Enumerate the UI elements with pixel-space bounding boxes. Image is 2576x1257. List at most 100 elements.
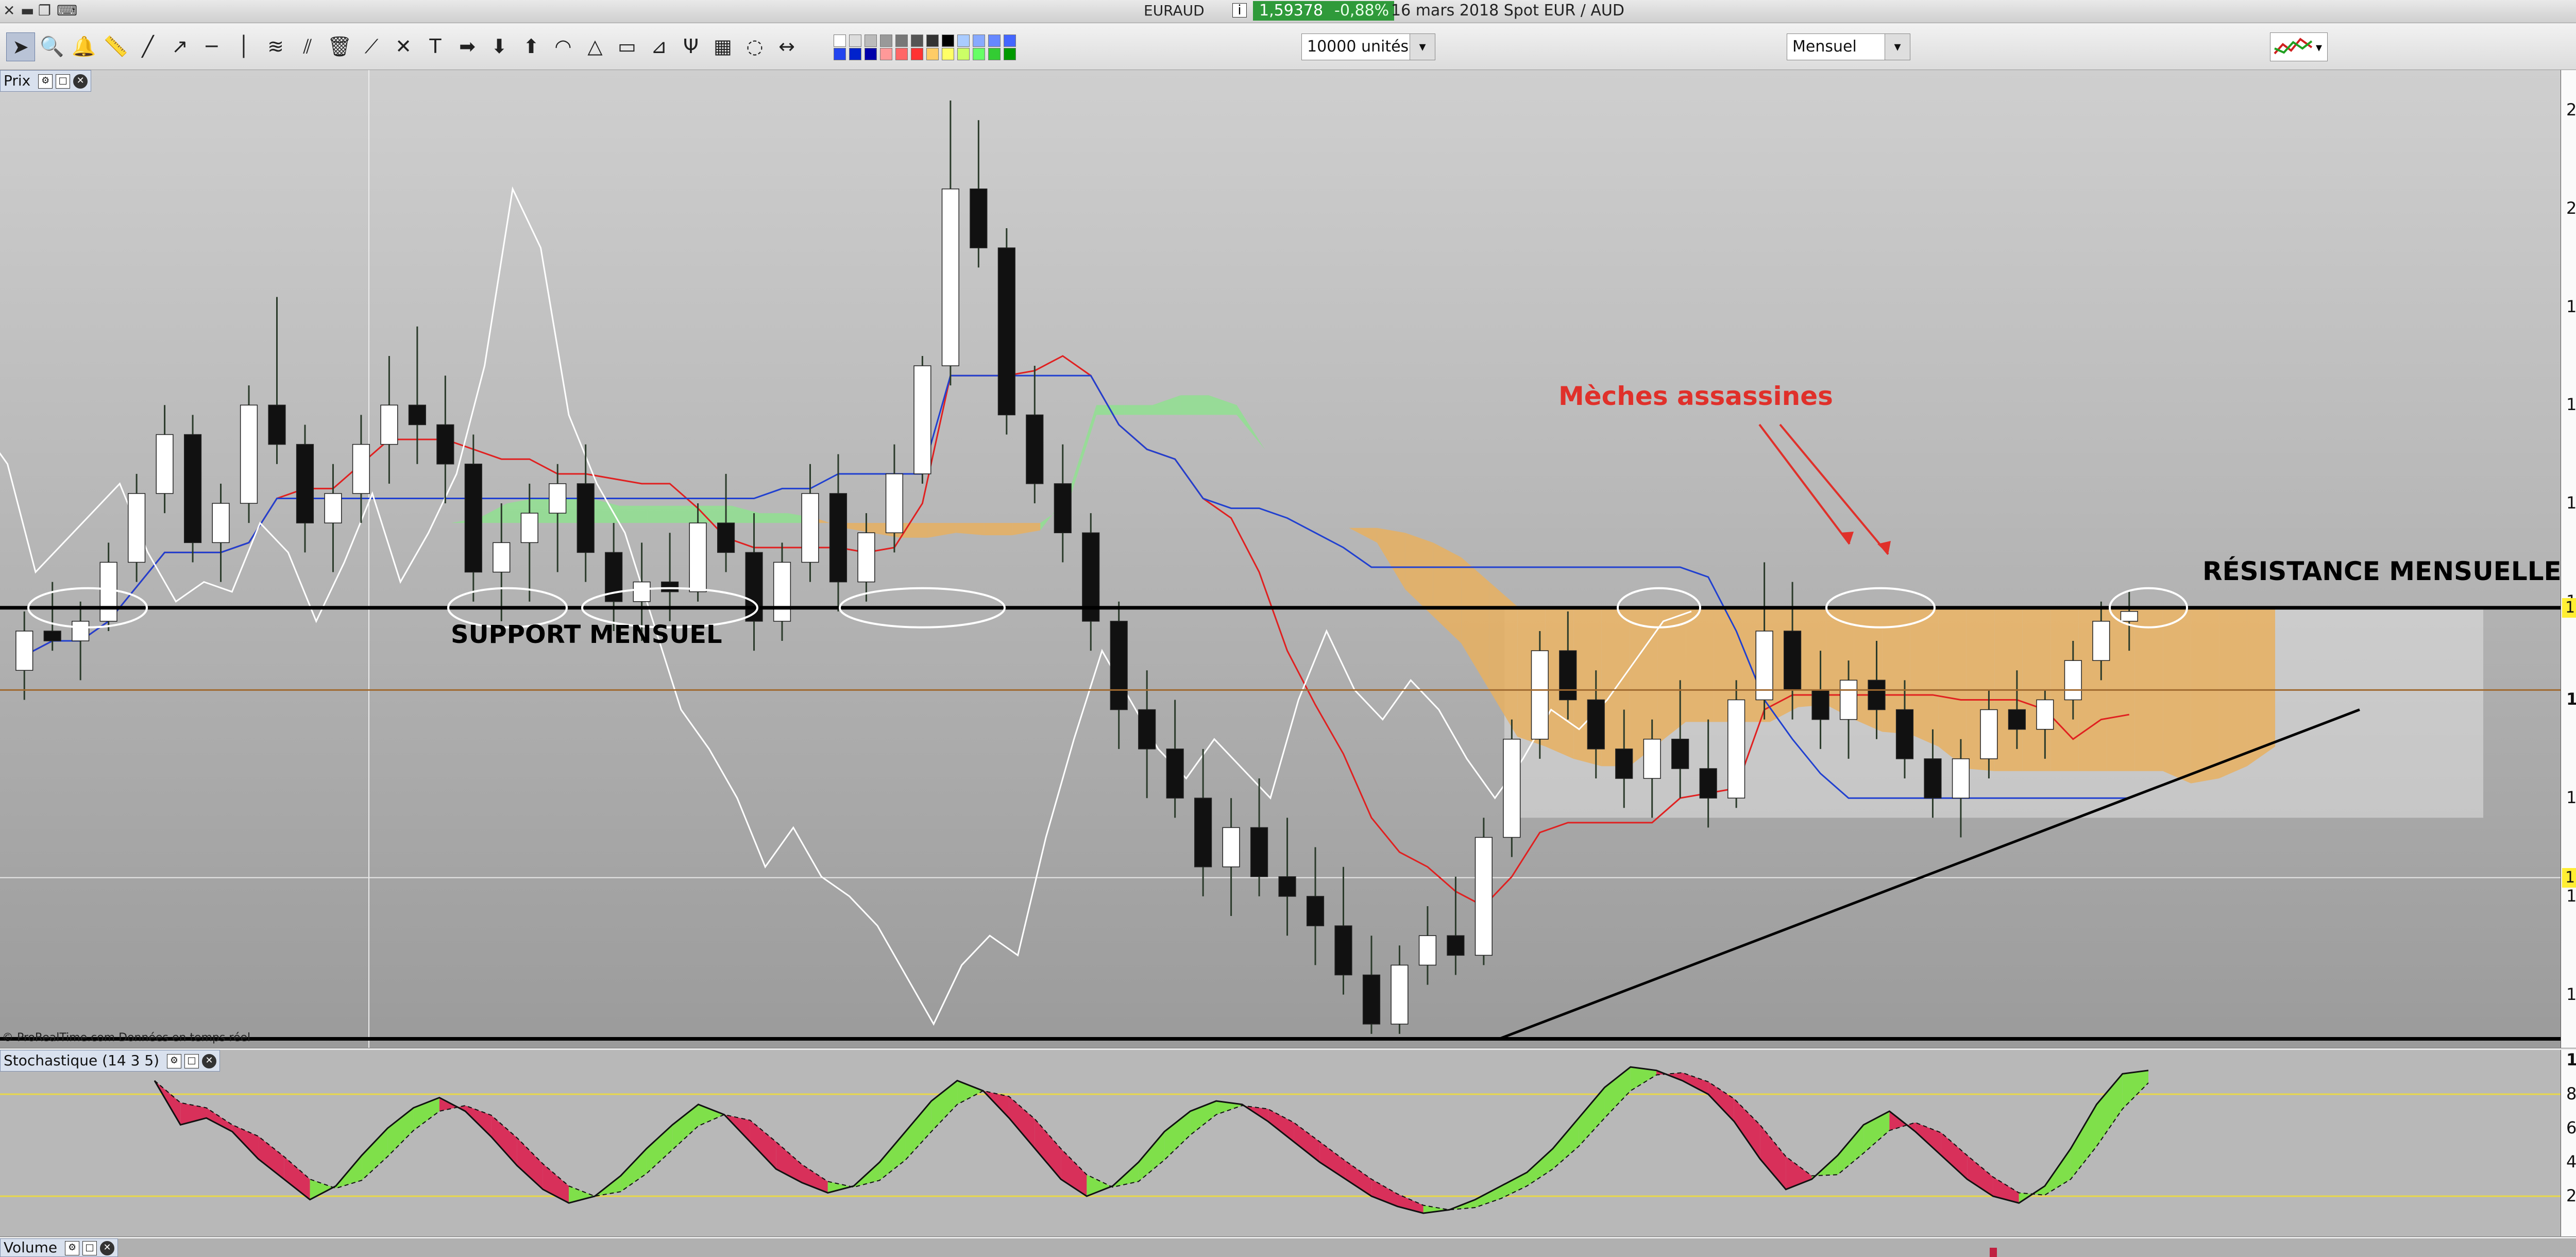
color-swatch[interactable] — [957, 48, 970, 60]
fibonacci-icon[interactable]: ≋ — [262, 32, 290, 60]
candle-body — [1362, 974, 1381, 1025]
arrow-up-icon[interactable]: ⬆ — [517, 32, 545, 60]
curve-icon[interactable]: ◠ — [549, 32, 577, 60]
color-swatch[interactable] — [880, 35, 892, 47]
restore-window-icon[interactable]: ❐ — [38, 2, 51, 20]
color-swatch[interactable] — [973, 35, 985, 47]
close-icon[interactable]: ✕ — [73, 74, 88, 89]
pitchfork-icon[interactable]: Ψ — [677, 32, 705, 60]
candle-body — [1699, 768, 1717, 799]
chart-settings-button[interactable]: ▾ — [2270, 32, 2328, 61]
color-swatch[interactable] — [988, 48, 1001, 60]
color-swatch[interactable] — [942, 48, 954, 60]
price-axis[interactable]: 2,121,91,81,71,61,51,41,31,21,59371,319 — [2561, 70, 2576, 1048]
window-symbol[interactable]: EURAUD — [1144, 2, 1205, 20]
measure-icon[interactable]: ↔ — [773, 32, 801, 60]
trend-icon[interactable]: ⟋ — [358, 32, 385, 60]
color-swatch[interactable] — [834, 48, 846, 60]
stoch-fill-segment — [1579, 1087, 1605, 1147]
grid-icon[interactable]: ▦ — [709, 32, 737, 60]
price-chart[interactable]: SUPPORT MENSUEL RÉSISTANCE MENSUELLE Mèche… — [0, 70, 2561, 1048]
color-swatch[interactable] — [849, 35, 861, 47]
color-swatch[interactable] — [880, 48, 892, 60]
stoch-fill-segment — [620, 1148, 647, 1192]
zoom-icon[interactable]: 🔍 — [38, 32, 66, 60]
color-swatch[interactable] — [1004, 48, 1016, 60]
candle-body — [2008, 709, 2026, 730]
color-swatch[interactable] — [895, 48, 908, 60]
stochastic-panel-tab[interactable]: Stochastique (14 3 5) ⚙ □ ✕ — [0, 1050, 220, 1072]
price-chart-panel[interactable]: SUPPORT MENSUEL RÉSISTANCE MENSUELLE Mèche… — [0, 70, 2561, 1048]
ruler-icon[interactable]: 📏 — [102, 32, 130, 60]
cycle-icon[interactable]: ◌ — [741, 32, 769, 60]
minimize-window-icon[interactable]: ▬ — [21, 2, 34, 20]
color-swatch[interactable] — [973, 48, 985, 60]
chevron-down-icon[interactable]: ▾ — [1885, 34, 1910, 60]
color-swatch[interactable] — [911, 35, 923, 47]
volume-panel-tab[interactable]: Volume ⚙ □ ✕ — [0, 1238, 118, 1257]
stoch-axis-tick: 20 — [2566, 1186, 2576, 1205]
line-icon[interactable]: ╱ — [134, 32, 162, 60]
stoch-fill-segment — [931, 1080, 958, 1132]
gann-icon[interactable]: ⊿ — [645, 32, 673, 60]
info-icon[interactable]: i — [1232, 3, 1247, 18]
color-swatch[interactable] — [1004, 35, 1016, 47]
color-swatch[interactable] — [942, 35, 954, 47]
candle-body — [43, 631, 61, 641]
color-swatch[interactable] — [865, 48, 877, 60]
color-swatch[interactable] — [988, 35, 1001, 47]
horizontal-line-icon[interactable]: ─ — [198, 32, 226, 60]
stochastic-axis[interactable]: 100 80 60 40 20 — [2561, 1050, 2576, 1236]
cross-icon[interactable]: ✕ — [389, 32, 417, 60]
stoch-fill-segment — [1035, 1119, 1061, 1179]
channel-icon[interactable]: ⫽ — [294, 32, 321, 60]
candle-body — [2064, 660, 2082, 701]
kumo-cloud-segment — [928, 523, 956, 538]
period-select[interactable]: Mensuel ▾ — [1787, 33, 1910, 60]
color-swatch[interactable] — [849, 48, 861, 60]
candle-body — [183, 434, 202, 543]
volume-bar — [1990, 1248, 1997, 1257]
quantity-select[interactable]: 10000 unités ▾ — [1301, 33, 1435, 60]
wrench-icon[interactable]: ⚙ — [65, 1241, 80, 1255]
maximize-icon[interactable]: □ — [82, 1241, 97, 1255]
current-price-badge: 1,5937 — [2562, 598, 2576, 618]
kumo-cloud-segment — [2107, 606, 2135, 771]
price-panel-tab[interactable]: Prix ⚙ □ ✕ — [0, 70, 92, 92]
color-swatch[interactable] — [926, 35, 939, 47]
pointer-icon[interactable]: ➤ — [6, 32, 35, 61]
maximize-icon[interactable]: □ — [56, 74, 71, 89]
maximize-icon[interactable]: □ — [184, 1054, 199, 1068]
arrow-right-icon[interactable]: ➡ — [453, 32, 481, 60]
chevron-down-icon[interactable]: ▾ — [1410, 34, 1435, 60]
candle-body — [1727, 699, 1745, 799]
triangle-icon[interactable]: △ — [581, 32, 609, 60]
wrench-icon[interactable]: ⚙ — [167, 1054, 181, 1068]
color-swatch[interactable] — [895, 35, 908, 47]
candle-body — [1222, 827, 1240, 868]
stoch-fill-segment — [1319, 1142, 1346, 1179]
color-swatch[interactable] — [926, 48, 939, 60]
color-swatch[interactable] — [911, 48, 923, 60]
text-icon[interactable]: T — [421, 32, 449, 60]
close-icon[interactable]: ✕ — [100, 1241, 115, 1255]
vertical-line-icon[interactable]: │ — [230, 32, 258, 60]
wrench-icon[interactable]: ⚙ — [38, 74, 53, 89]
rectangle-icon[interactable]: ▭ — [613, 32, 641, 60]
kumo-cloud-segment — [1068, 405, 1097, 504]
close-window-icon[interactable]: ✕ — [3, 2, 15, 20]
volume-panel[interactable]: Volume ⚙ □ ✕ — [0, 1238, 2576, 1257]
trash-icon[interactable]: 🗑 — [326, 32, 353, 60]
color-palette[interactable] — [834, 35, 1035, 60]
color-swatch[interactable] — [957, 35, 970, 47]
kumo-cloud-segment — [1320, 493, 1349, 528]
color-swatch[interactable] — [834, 35, 846, 47]
alert-bell-icon[interactable]: 🔔 — [70, 32, 98, 60]
stochastic-panel[interactable]: Stochastique (14 3 5) ⚙ □ ✕ — [0, 1050, 2561, 1236]
arrow-down-icon[interactable]: ⬇ — [485, 32, 513, 60]
color-swatch[interactable] — [865, 35, 877, 47]
ray-icon[interactable]: ↗ — [166, 32, 194, 60]
stochastic-chart[interactable] — [0, 1050, 2561, 1236]
keyboard-icon[interactable]: ⌨ — [57, 2, 77, 20]
close-icon[interactable]: ✕ — [202, 1054, 216, 1068]
